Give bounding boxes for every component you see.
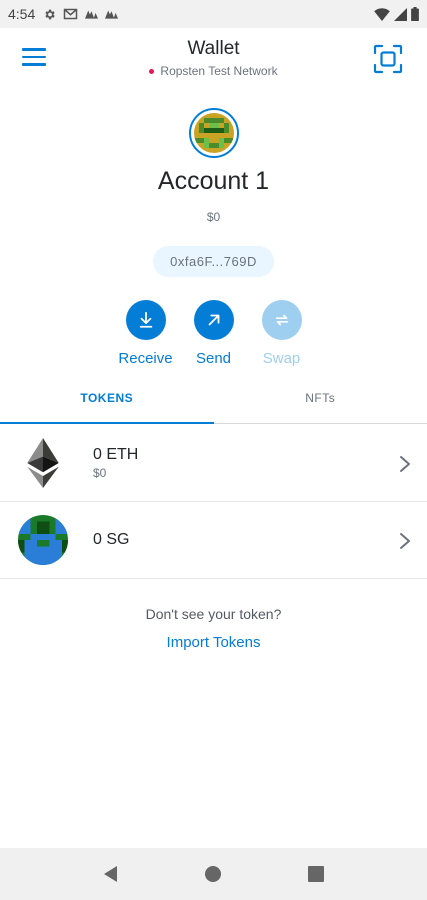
avatar[interactable]: [188, 108, 239, 158]
back-icon[interactable]: [99, 862, 123, 886]
token-info: 0 SG: [93, 531, 129, 549]
status-icons: [43, 8, 119, 21]
download-icon: [125, 300, 166, 340]
system-nav-bar: [0, 848, 427, 900]
asset-tabs: TOKENS NFTs: [0, 378, 427, 424]
token-fiat-value: $0: [93, 466, 107, 480]
gmail-icon: [64, 8, 78, 20]
account-address-pill[interactable]: 0xfa6F...769D: [153, 246, 274, 277]
missing-token-prompt: Don't see your token?: [145, 606, 282, 622]
network-status-dot: [149, 68, 155, 74]
token-identicon: [18, 515, 68, 565]
wallet-actions: Receive Send Swap: [0, 300, 427, 367]
swap-icon: [261, 300, 302, 340]
token-amount: 0 SG: [93, 531, 130, 548]
account-name[interactable]: Account 1: [0, 167, 427, 196]
swap-label: Swap: [262, 350, 301, 367]
title-block: Wallet Ropsten Test Network: [0, 38, 427, 79]
receive-label: Receive: [118, 350, 173, 367]
qr-scan-icon[interactable]: [373, 44, 403, 74]
token-row-sg[interactable]: 0 SG: [0, 502, 427, 579]
tab-nfts[interactable]: NFTs: [214, 378, 427, 423]
app-notification-icon: [85, 9, 99, 19]
network-indicator[interactable]: Ropsten Test Network: [149, 64, 278, 78]
status-bar: 4:54: [0, 0, 427, 28]
import-tokens-link[interactable]: Import Tokens: [167, 634, 261, 651]
account-balance: $0: [206, 210, 221, 224]
app-notification-icon: [105, 9, 119, 19]
token-list: 0 ETH $0 0 SG: [0, 425, 427, 579]
account-overview: Account 1 $0 0xfa6F...769D: [0, 108, 427, 277]
tab-tokens[interactable]: TOKENS: [0, 378, 214, 424]
network-name: Ropsten Test Network: [160, 64, 278, 78]
receive-button[interactable]: Receive: [117, 300, 175, 367]
wifi-icon: [374, 7, 390, 21]
send-button[interactable]: Send: [185, 300, 243, 367]
arrow-up-right-icon: [193, 300, 234, 340]
ethereum-icon: [18, 438, 68, 488]
gear-icon: [45, 9, 55, 19]
signal-icon: [394, 7, 407, 21]
chevron-right-icon: [400, 533, 410, 549]
recents-icon[interactable]: [304, 862, 328, 886]
page-title: Wallet: [187, 38, 240, 59]
token-info: 0 ETH $0: [93, 446, 138, 480]
status-right-icons: [374, 7, 419, 21]
chevron-right-icon: [400, 456, 410, 472]
home-icon[interactable]: [201, 862, 225, 886]
identicon: [193, 113, 234, 153]
app-header: Wallet Ropsten Test Network: [0, 28, 427, 90]
battery-icon: [411, 7, 419, 21]
import-tokens-section: Don't see your token? Import Tokens: [0, 606, 427, 652]
token-row-eth[interactable]: 0 ETH $0: [0, 425, 427, 502]
swap-button[interactable]: Swap: [253, 300, 311, 367]
send-label: Send: [195, 350, 232, 367]
token-amount: 0 ETH: [93, 446, 139, 463]
status-time: 4:54: [8, 6, 36, 22]
